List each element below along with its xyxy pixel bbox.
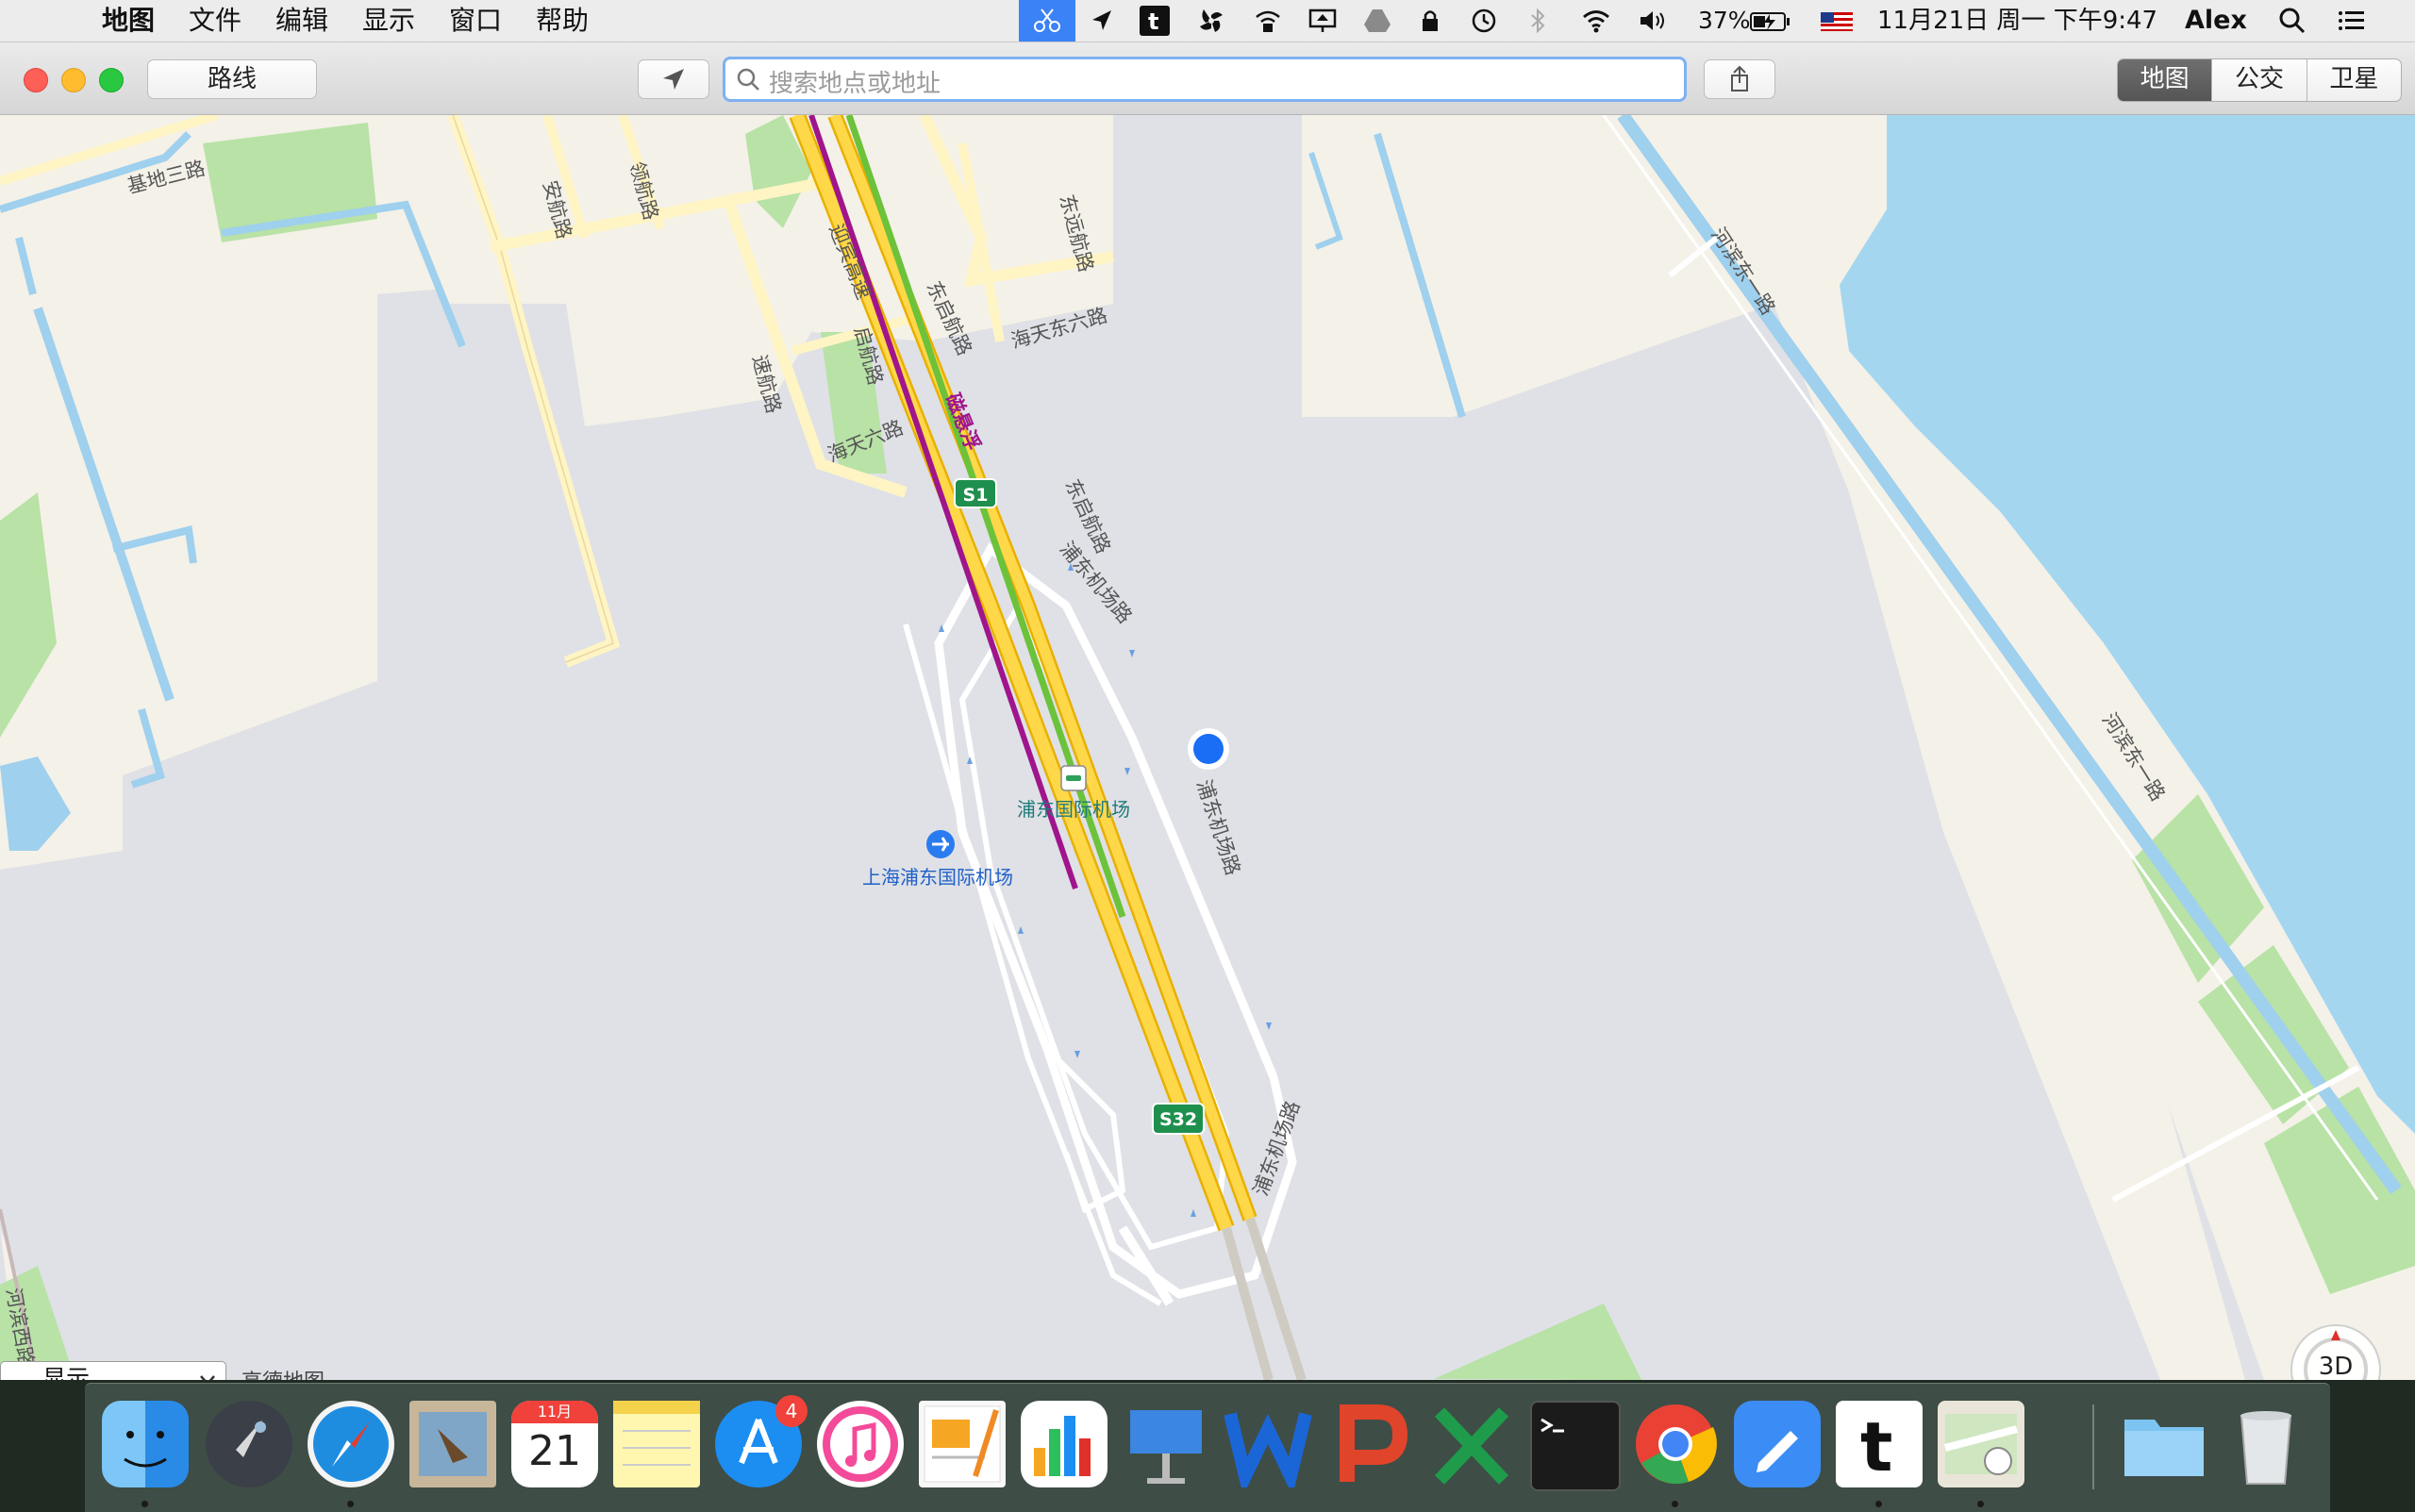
menu-maps[interactable]: 地图 xyxy=(102,0,155,42)
volume-icon[interactable] xyxy=(1638,6,1668,36)
running-indicator xyxy=(1977,1501,1984,1507)
folder-icon[interactable] xyxy=(2121,1401,2207,1487)
metro-station-label[interactable]: 浦东国际机场 xyxy=(1017,794,1130,822)
search-field[interactable]: 搜索地点或地址 xyxy=(723,57,1687,102)
gear-fan-icon[interactable] xyxy=(1196,6,1226,36)
pen-app-icon[interactable] xyxy=(1734,1401,1821,1487)
bluetooth-icon[interactable] xyxy=(1523,6,1553,36)
chevron-down-icon xyxy=(200,1375,215,1380)
legal-select-value: 显示 xyxy=(42,1365,91,1380)
highway-shield-s1[interactable]: S1 xyxy=(954,478,997,508)
scissors-icon[interactable] xyxy=(1019,0,1075,42)
share-icon xyxy=(1731,65,1748,91)
location-arrow-icon[interactable] xyxy=(1087,6,1117,36)
airport-label[interactable]: 上海浦东国际机场 xyxy=(862,862,1013,889)
menu-edit[interactable]: 编辑 xyxy=(275,0,328,42)
menu-window[interactable]: 窗口 xyxy=(449,0,502,42)
word-icon[interactable] xyxy=(1224,1401,1312,1496)
screen-share-icon[interactable] xyxy=(1307,6,1338,36)
finder-icon[interactable] xyxy=(102,1401,189,1487)
compass-3d-label: 3D xyxy=(2318,1353,2354,1380)
app-store-icon[interactable]: 4 xyxy=(715,1395,808,1487)
running-indicator xyxy=(347,1501,354,1507)
wifi-icon[interactable] xyxy=(1581,6,1611,36)
battery-percent: 37% xyxy=(1698,7,1751,34)
map-view[interactable]: S1 S32 基地三路 安航路 领航路 迎宾高速 东启航路 东远航路 启航路 速… xyxy=(0,115,2415,1380)
svg-text:t: t xyxy=(1860,1407,1892,1487)
current-location-dot[interactable] xyxy=(1188,728,1229,770)
notes-icon[interactable] xyxy=(613,1401,700,1487)
numbers-icon[interactable] xyxy=(1021,1401,1108,1487)
svg-text:S32: S32 xyxy=(1159,1109,1197,1130)
map-attribution[interactable]: 高德地图 xyxy=(242,1365,325,1380)
menu-file[interactable]: 文件 xyxy=(189,0,242,42)
launchpad-icon[interactable] xyxy=(206,1401,292,1487)
maps-window: 路线 搜索地点或地址 地图 公交 卫星 S1 S32 基地三路 安航路 领航路 … xyxy=(0,42,2415,1380)
running-indicator xyxy=(1875,1501,1882,1507)
mode-transit[interactable]: 公交 xyxy=(2211,59,2306,101)
airport-icon[interactable] xyxy=(926,830,955,858)
highway-shield-s32[interactable]: S32 xyxy=(1152,1103,1205,1135)
calendar-day: 21 xyxy=(528,1427,581,1475)
itunes-icon[interactable] xyxy=(817,1401,904,1487)
wifi-lock-icon[interactable] xyxy=(1253,6,1283,36)
excel-icon[interactable] xyxy=(1428,1401,1515,1487)
mode-satellite[interactable]: 卫星 xyxy=(2306,59,2401,101)
svg-text:t: t xyxy=(1148,8,1158,35)
mail-icon[interactable] xyxy=(409,1401,496,1487)
calendar-month: 11月 xyxy=(511,1401,598,1423)
menu-bar: 地图 文件 编辑 显示 窗口 帮助 t 37% 11月21日 周一 下午9:47… xyxy=(0,0,2415,42)
safari-icon[interactable] xyxy=(308,1401,394,1487)
running-indicator xyxy=(1672,1501,1678,1507)
directions-button[interactable]: 路线 xyxy=(147,59,317,99)
user-name[interactable]: Alex xyxy=(2185,0,2247,42)
search-icon xyxy=(737,68,759,91)
chrome-icon[interactable] xyxy=(1632,1401,1719,1487)
battery-icon[interactable] xyxy=(1749,6,1792,36)
compass-3d-button[interactable]: 3D xyxy=(2290,1324,2381,1380)
metro-station-icon[interactable] xyxy=(1060,765,1087,791)
dock: 11月 21 4 t xyxy=(85,1383,2330,1512)
trash-icon[interactable] xyxy=(2223,1401,2309,1487)
minimize-button[interactable] xyxy=(61,68,86,92)
search-icon[interactable] xyxy=(2277,6,2307,36)
menu-help[interactable]: 帮助 xyxy=(536,0,589,42)
app-store-badge: 4 xyxy=(775,1395,808,1427)
share-button[interactable] xyxy=(1704,59,1775,99)
close-button[interactable] xyxy=(24,68,48,92)
legal-select[interactable]: 显示 xyxy=(0,1361,226,1380)
powerpoint-icon[interactable] xyxy=(1326,1401,1413,1487)
t-app-icon[interactable]: t xyxy=(1836,1401,1923,1487)
terminal-icon[interactable] xyxy=(1530,1401,1621,1491)
svg-text:S1: S1 xyxy=(963,485,989,506)
map-canvas[interactable]: S1 S32 xyxy=(0,115,2415,1380)
pages-icon[interactable] xyxy=(919,1401,1006,1487)
calendar-icon[interactable]: 11月 21 xyxy=(511,1401,598,1487)
fullscreen-button[interactable] xyxy=(99,68,124,92)
map-mode-segmented-control[interactable]: 地图 公交 卫星 xyxy=(2117,58,2402,102)
list-icon[interactable] xyxy=(2336,6,2366,36)
clock[interactable]: 11月21日 周一 下午9:47 xyxy=(1877,0,2157,42)
maps-icon[interactable] xyxy=(1938,1401,2024,1487)
dock-separator xyxy=(2092,1404,2094,1489)
toolbar: 路线 搜索地点或地址 地图 公交 卫星 xyxy=(0,42,2415,115)
location-arrow-icon xyxy=(663,69,684,90)
lock-icon[interactable] xyxy=(1415,6,1445,36)
keynote-icon[interactable] xyxy=(1123,1401,1209,1487)
running-indicator xyxy=(142,1501,148,1507)
mode-map[interactable]: 地图 xyxy=(2118,59,2212,101)
menu-view[interactable]: 显示 xyxy=(362,0,415,42)
time-machine-icon[interactable] xyxy=(1468,6,1498,36)
drive-icon[interactable] xyxy=(1362,6,1392,36)
us-flag-icon[interactable] xyxy=(1821,6,1853,36)
current-location-button[interactable] xyxy=(638,59,709,99)
t-app-icon[interactable]: t xyxy=(1140,6,1170,36)
search-placeholder: 搜索地点或地址 xyxy=(769,70,941,98)
